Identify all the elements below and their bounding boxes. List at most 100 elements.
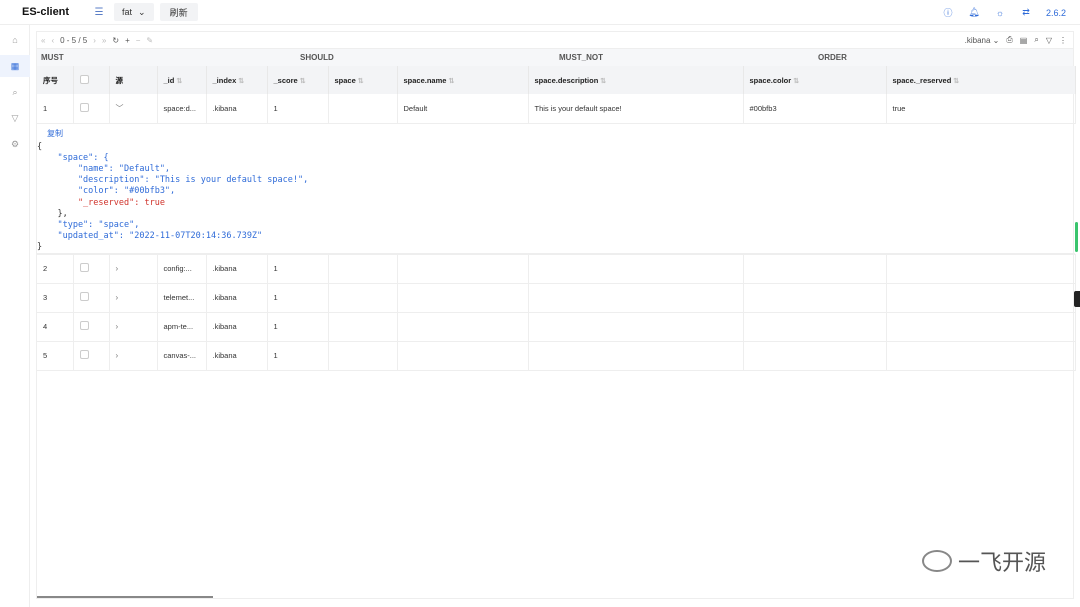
watermark-text: 一飞开源 xyxy=(957,550,1046,575)
bell-icon[interactable]: 🔔︎ xyxy=(968,7,980,19)
sort-icon[interactable]: ⇅ xyxy=(448,78,454,85)
sort-icon[interactable]: ⇅ xyxy=(300,78,306,85)
order-column[interactable]: ORDER xyxy=(814,49,1073,66)
prev-page-icon[interactable]: ‹ xyxy=(51,36,54,45)
sort-icon[interactable]: ⇅ xyxy=(793,78,799,85)
json-line: "type": "space", xyxy=(37,219,140,230)
first-page-icon[interactable]: « xyxy=(41,36,45,45)
cell-space-name: Default xyxy=(397,94,529,124)
page-range: 0 - 5 / 5 xyxy=(60,35,88,45)
side-panel-toggle[interactable] xyxy=(1074,291,1080,307)
more-icon[interactable]: ⋮ xyxy=(1059,36,1067,45)
col-header-index: 序号 xyxy=(37,66,74,94)
chevron-down-icon[interactable]: ﹀ xyxy=(116,104,124,113)
row-checkbox[interactable] xyxy=(79,263,89,272)
chevron-right-icon[interactable]: › xyxy=(116,351,119,360)
cell-space-color xyxy=(743,283,887,313)
row-checkbox[interactable] xyxy=(79,321,89,330)
table-row[interactable]: 3 › telemet... .kibana 1 xyxy=(37,283,1076,313)
table-row[interactable]: 5 › canvas-... .kibana 1 xyxy=(37,341,1076,371)
row-checkbox[interactable] xyxy=(79,102,89,112)
menu-toggle-icon[interactable]: ☰ xyxy=(92,5,106,19)
cell-space-reserved xyxy=(886,254,1076,284)
index-select-value: .kibana xyxy=(964,35,991,45)
grid-icon[interactable]: ▦ xyxy=(0,55,30,77)
cell-space-description xyxy=(528,341,744,371)
chevron-right-icon[interactable]: › xyxy=(116,322,119,331)
cell-score: 1 xyxy=(267,254,329,284)
cell-space-name xyxy=(397,254,529,284)
results-table: 序号 源 _id ⇅ _index ⇅ _score ⇅ space ⇅ space.n… xyxy=(37,66,1076,371)
select-all-checkbox[interactable] xyxy=(79,74,89,84)
chevron-right-icon[interactable]: › xyxy=(116,293,119,302)
cell-space-name xyxy=(397,312,529,342)
sort-icon[interactable]: ⇅ xyxy=(238,78,244,85)
chevron-right-icon[interactable]: › xyxy=(116,264,119,273)
add-icon[interactable]: + xyxy=(125,36,130,45)
cell-index: .kibana xyxy=(206,94,268,124)
search-icon[interactable]: ⌕ xyxy=(1034,35,1038,45)
cell-space xyxy=(328,94,398,124)
filter-icon[interactable]: ▽ xyxy=(0,107,30,129)
must-not-column[interactable]: MUST_NOT xyxy=(555,49,814,66)
refresh-button[interactable]: 刷新 xyxy=(159,3,198,21)
home-icon[interactable]: ⌂ xyxy=(0,29,30,51)
cell-space xyxy=(328,254,398,284)
filter-icon[interactable]: ▽ xyxy=(1046,36,1052,45)
col-header-score[interactable]: _score ⇅ xyxy=(267,66,329,94)
should-column[interactable]: SHOULD xyxy=(296,49,555,66)
cell-space-description xyxy=(528,254,744,284)
toolbar-right: .kibana ⌄ ⎙ ▤ ⌕ ▽ ⋮ xyxy=(965,32,1067,48)
cell-space-reserved xyxy=(886,283,1076,313)
row-checkbox[interactable] xyxy=(79,350,89,359)
info-icon[interactable]: ⓘ xyxy=(942,7,954,19)
sort-icon[interactable]: ⇅ xyxy=(953,78,959,85)
col-header-space-color[interactable]: space.color ⇅ xyxy=(743,66,887,94)
cell-id: canvas-... xyxy=(157,341,207,371)
theme-icon[interactable]: ☼ xyxy=(994,7,1006,19)
env-select-value: fat xyxy=(122,7,133,17)
sort-icon[interactable]: ⇅ xyxy=(600,78,606,85)
cell-no: 1 xyxy=(37,94,74,124)
cell-no: 2 xyxy=(37,254,74,284)
json-line: "color": "#00bfb3", xyxy=(37,186,176,197)
reload-icon[interactable]: ↻ xyxy=(112,36,119,45)
scroll-indicator[interactable] xyxy=(1075,222,1078,252)
table-row[interactable]: 4 › apm-te... .kibana 1 xyxy=(37,312,1076,342)
index-select[interactable]: .kibana ⌄ xyxy=(965,36,1000,45)
query-bar: MUST SHOULD MUST_NOT ORDER xyxy=(37,48,1073,66)
cell-space-color xyxy=(743,341,887,371)
settings-icon[interactable]: ⚙ xyxy=(0,133,30,155)
col-header-space-reserved[interactable]: space._reserved ⇅ xyxy=(886,66,1076,94)
table-icon[interactable]: ▤ xyxy=(1020,36,1028,45)
col-header-space-name[interactable]: space.name ⇅ xyxy=(397,66,529,94)
cell-score: 1 xyxy=(267,283,329,313)
row-checkbox[interactable] xyxy=(79,292,89,301)
cell-no: 4 xyxy=(37,312,74,342)
cell-index: .kibana xyxy=(206,283,268,313)
col-header-index-name[interactable]: _index ⇅ xyxy=(206,66,268,94)
remove-icon[interactable]: − xyxy=(136,36,141,45)
col-header-select[interactable] xyxy=(73,66,110,94)
json-line: } xyxy=(37,242,43,253)
table-row[interactable]: 1 ﹀ space:d... .kibana 1 Default This is… xyxy=(37,94,1076,124)
col-header-space-description[interactable]: space.description ⇅ xyxy=(528,66,744,94)
copy-link[interactable]: 复制 xyxy=(47,128,63,139)
table-row[interactable]: 2 › config:... .kibana 1 xyxy=(37,254,1076,284)
env-select[interactable]: fat ⌄ xyxy=(114,3,154,21)
json-detail-panel: 复制 { "space": { "name": "Default", "desc… xyxy=(37,124,1075,253)
cell-space-description xyxy=(528,283,744,313)
must-column[interactable]: MUST xyxy=(37,49,296,66)
sort-icon[interactable]: ⇅ xyxy=(358,78,364,85)
next-page-icon[interactable]: › xyxy=(93,36,96,45)
print-icon[interactable]: ⎙ xyxy=(1006,35,1012,45)
last-page-icon[interactable]: » xyxy=(102,36,106,45)
version-label[interactable]: 2.6.2 xyxy=(1046,8,1066,18)
search-icon[interactable]: ⌕ xyxy=(0,81,30,103)
translate-icon[interactable]: ⇄ xyxy=(1020,7,1032,19)
col-header-space[interactable]: space ⇅ xyxy=(328,66,398,94)
sort-icon[interactable]: ⇅ xyxy=(176,78,182,85)
col-header-id[interactable]: _id ⇅ xyxy=(157,66,207,94)
edit-icon[interactable]: ✎ xyxy=(146,36,153,45)
horizontal-scrollbar[interactable] xyxy=(37,596,213,598)
